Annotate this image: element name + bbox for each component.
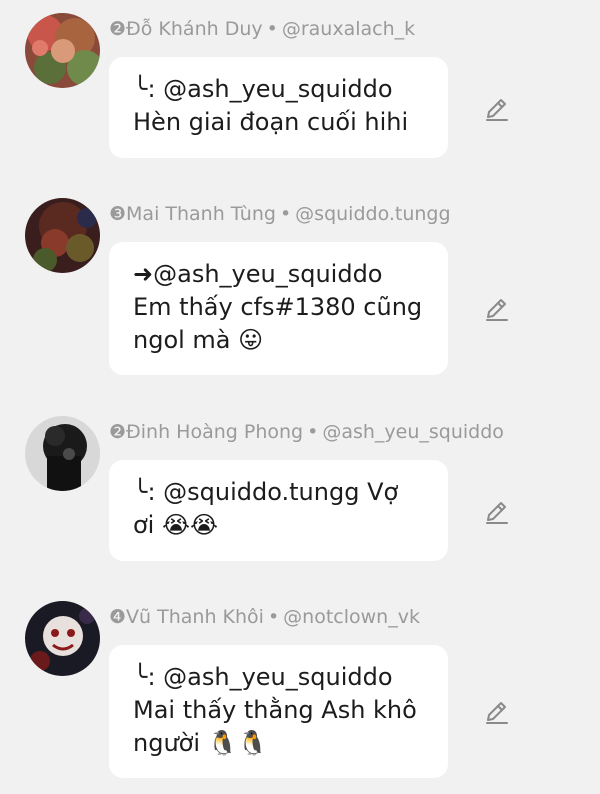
author-handle[interactable]: @notclown_vk — [283, 606, 420, 628]
comment-text-line: ╰: @squiddo.tungg Vợ — [133, 478, 399, 506]
avatar[interactable] — [25, 601, 100, 676]
comment-bubble[interactable]: ╰: @squiddo.tungg Vợ ơi 😭😭 — [109, 460, 448, 561]
comment-text-line: ➜@ash_yeu_squiddo — [133, 260, 383, 288]
comment-header: ❷Đinh Hoàng Phong • @ash_yeu_squiddo — [109, 420, 504, 444]
pencil-icon[interactable] — [484, 96, 510, 122]
pencil-icon[interactable] — [484, 699, 510, 725]
avatar[interactable] — [25, 198, 100, 273]
avatar[interactable] — [25, 416, 100, 491]
separator-dot: • — [279, 203, 292, 225]
comment-text-line: Mai thấy thằng Ash khô — [133, 696, 417, 724]
author-name[interactable]: ❸Mai Thanh Tùng — [109, 203, 276, 225]
comment-bubble[interactable]: ╰: @ash_yeu_squiddo Hèn giai đoạn cuối h… — [109, 57, 448, 158]
author-handle[interactable]: @squiddo.tungg — [295, 203, 450, 225]
separator-dot: • — [267, 606, 280, 628]
comment-text-line: người 🐧🐧 — [133, 729, 268, 757]
avatar[interactable] — [25, 13, 100, 88]
author-name[interactable]: ❹Vũ Thanh Khôi — [109, 606, 264, 628]
comment-text-line: ơi 😭😭 — [133, 511, 219, 539]
comment-header: ❸Mai Thanh Tùng • @squiddo.tungg — [109, 202, 451, 226]
author-handle[interactable]: @ash_yeu_squiddo — [322, 421, 504, 443]
separator-dot: • — [307, 421, 319, 443]
pencil-icon[interactable] — [484, 296, 510, 322]
comment-bubble[interactable]: ╰: @ash_yeu_squiddo Mai thấy thằng Ash k… — [109, 645, 448, 778]
comment-text-line: ngol mà 😛 — [133, 326, 264, 354]
separator-dot: • — [266, 18, 278, 40]
author-name[interactable]: ❷Đỗ Khánh Duy — [109, 18, 263, 40]
comment-header: ❷Đỗ Khánh Duy • @rauxalach_k — [109, 17, 415, 41]
comment-item: ❹Vũ Thanh Khôi • @notclown_vk ╰: @ash_yeu_… — [0, 601, 600, 783]
comment-text-line: Hèn giai đoạn cuối hihi — [133, 108, 409, 136]
comment-text-line: ╰: @ash_yeu_squiddo — [133, 663, 393, 691]
comment-text-line: ╰: @ash_yeu_squiddo — [133, 75, 393, 103]
comment-text-line: Em thấy cfs#1380 cũng — [133, 293, 423, 321]
comment-item: ❷Đỗ Khánh Duy • @rauxalach_k ╰: @ash_yeu_s… — [0, 13, 600, 163]
comment-header: ❹Vũ Thanh Khôi • @notclown_vk — [109, 605, 420, 629]
comment-item: ❸Mai Thanh Tùng • @squiddo.tungg ➜@ash_yeu… — [0, 198, 600, 380]
author-name[interactable]: ❷Đinh Hoàng Phong — [109, 421, 303, 443]
comment-bubble[interactable]: ➜@ash_yeu_squiddo Em thấy cfs#1380 cũng … — [109, 242, 448, 375]
author-handle[interactable]: @rauxalach_k — [282, 18, 415, 40]
pencil-icon[interactable] — [484, 499, 510, 525]
comment-item: ❷Đinh Hoàng Phong • @ash_yeu_squiddo ╰: @s… — [0, 416, 600, 566]
